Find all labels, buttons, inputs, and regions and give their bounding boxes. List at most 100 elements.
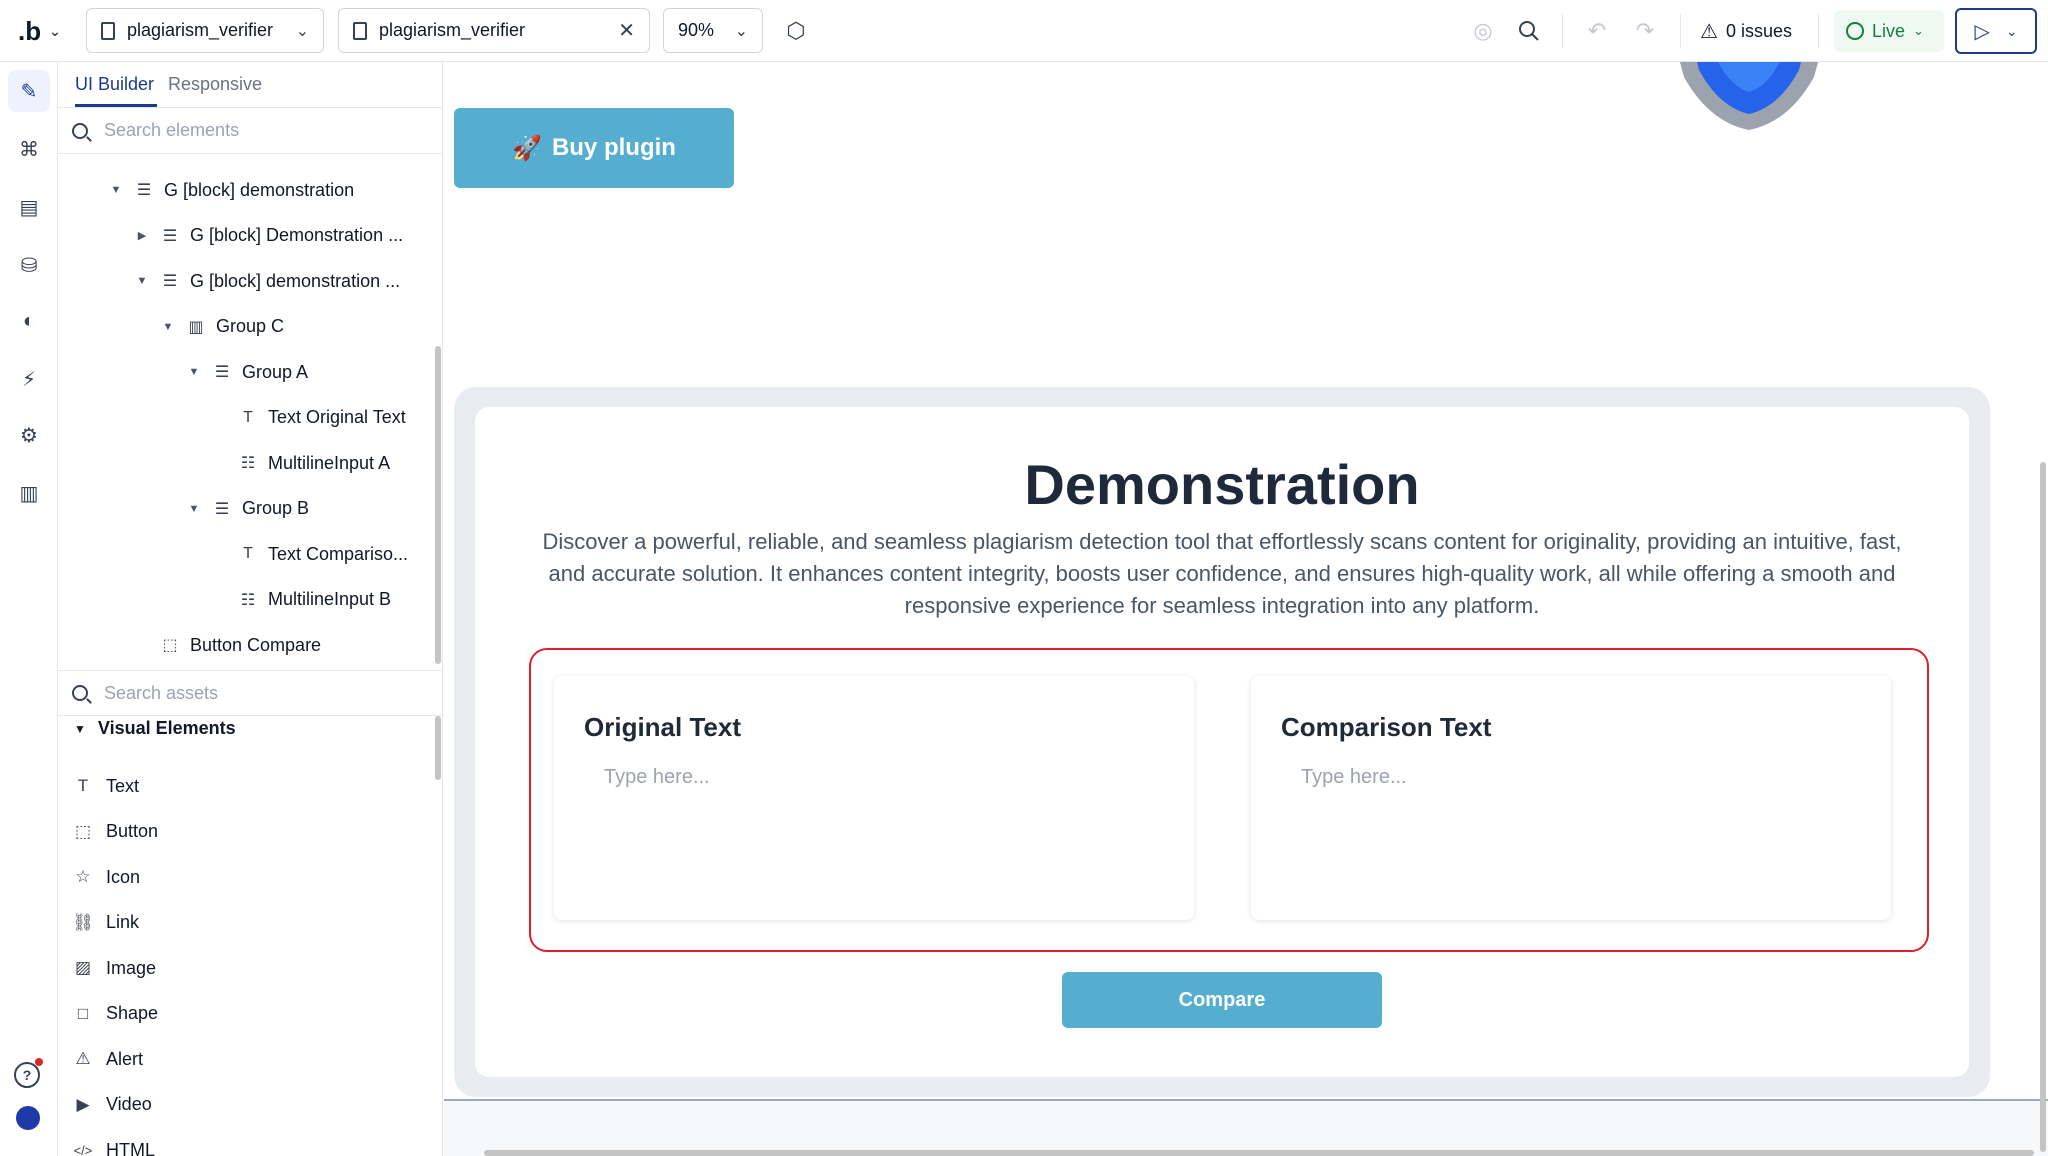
avatar[interactable] — [16, 1106, 40, 1130]
block-icon: ☰ — [136, 182, 152, 199]
asset-item[interactable]: ⬚ Button — [72, 812, 158, 852]
live-version-select[interactable]: Live ⌄ — [1834, 10, 1944, 52]
panel-tabs: UI Builder Responsive — [58, 62, 442, 108]
asset-label: Alert — [106, 1048, 144, 1069]
chevron-down-icon[interactable]: ⌄ — [2006, 23, 2018, 40]
active-tab-indicator — [75, 104, 157, 107]
preview-button[interactable]: ▷ ⌄ — [1955, 8, 2037, 54]
asset-item[interactable]: ☆ Icon — [72, 857, 140, 897]
help-icon[interactable]: ? — [14, 1062, 40, 1088]
caret-down-icon[interactable]: ▼ — [186, 503, 202, 515]
left-rail: ✎ ⌘ ▤ ⛁ ◐ ⚡ ⚙ ▥ ? — [0, 62, 58, 1156]
tree-scrollbar[interactable] — [435, 346, 441, 664]
group-b-card[interactable]: Comparison Text Type here... — [1251, 676, 1891, 920]
app-logo-menu[interactable]: .b ⌄ — [18, 14, 68, 48]
search-assets-input[interactable]: Search assets — [58, 670, 442, 716]
globe-icon — [1846, 22, 1864, 40]
notification-dot — [35, 1058, 43, 1066]
compare-button[interactable]: Compare — [1062, 972, 1382, 1028]
tree-item-label: Group C — [216, 316, 285, 336]
caret-down-icon[interactable]: ▼ — [160, 321, 176, 333]
shield-graphic — [1679, 62, 1819, 130]
asset-item[interactable]: ▶ Video — [72, 1085, 152, 1125]
open-file-label: plagiarism_verifier — [379, 20, 526, 40]
palette-icon[interactable]: ◐ — [8, 300, 50, 342]
block-icon: ☰ — [162, 227, 178, 245]
buy-plugin-button[interactable]: 🚀 Buy plugin — [454, 108, 734, 188]
alert-icon: ⚠ — [75, 1049, 91, 1068]
link-icon: ⛓ — [72, 912, 94, 932]
multiline-icon: ☷ — [240, 455, 256, 472]
warning-icon: ⚠ — [1700, 20, 1718, 43]
horizontal-scrollbar[interactable] — [484, 1150, 2034, 1156]
caret-down-icon: ▼ — [74, 721, 86, 736]
asset-item[interactable]: T Text — [72, 766, 139, 806]
tree-item[interactable]: ☷ MultilineInput B — [212, 580, 391, 620]
redo-icon[interactable]: ↷ — [1628, 14, 1662, 48]
group-a-card[interactable]: Original Text Type here... — [554, 676, 1194, 920]
layout-icon[interactable]: ▤ — [8, 186, 50, 228]
button-icon: ⬚ — [162, 637, 178, 654]
chart-icon[interactable]: ▥ — [8, 472, 50, 514]
text-icon: T — [243, 545, 253, 562]
plug-icon[interactable]: ⚡ — [8, 358, 50, 400]
tree-item[interactable]: ▼ ☰ Group A — [186, 352, 309, 392]
asset-label: Icon — [106, 866, 141, 887]
tree-item[interactable]: ▼ ☰ G [block] demonstration ... — [134, 261, 401, 301]
tree-item[interactable]: ▼ ☰ Group B — [186, 489, 310, 529]
assets-scrollbar[interactable] — [435, 716, 441, 780]
asset-item[interactable]: ⚠ Alert — [72, 1039, 143, 1079]
check-circle-icon[interactable]: ◎ — [1466, 14, 1500, 48]
cube-icon[interactable]: ⬡ — [779, 14, 813, 48]
undo-icon[interactable]: ↶ — [1580, 14, 1614, 48]
open-file-tab[interactable]: plagiarism_verifier ✕ — [338, 8, 650, 53]
block-icon: ☰ — [214, 364, 230, 381]
caret-down-icon[interactable]: ▼ — [108, 184, 124, 196]
caret-right-icon[interactable]: ▶ — [134, 229, 150, 242]
tree-item[interactable]: ▼ ▥ Group C — [160, 307, 284, 347]
page-select[interactable]: plagiarism_verifier ⌄ — [86, 8, 324, 53]
caret-down-icon[interactable]: ▼ — [186, 366, 202, 378]
visual-elements-section[interactable]: ▼ Visual Elements — [74, 718, 236, 739]
live-label: Live — [1872, 20, 1906, 41]
tree-item[interactable]: T Text Original Text — [212, 398, 406, 438]
asset-item[interactable]: □ Shape — [72, 994, 158, 1034]
multiline-input-a[interactable]: Type here... — [604, 766, 710, 789]
database-icon[interactable]: ⛁ — [8, 244, 50, 286]
issues-button[interactable]: ⚠ 0 issues — [1700, 14, 1792, 48]
section-title: Visual Elements — [97, 718, 236, 738]
tree-item[interactable]: ▶ ☰ G [block] Demonstration ... — [134, 216, 403, 256]
search-elements-input[interactable]: Search elements — [58, 108, 442, 154]
vertical-scrollbar[interactable] — [2040, 462, 2046, 1152]
tab-ui-builder[interactable]: UI Builder — [75, 74, 154, 95]
search-assets-placeholder: Search assets — [104, 682, 219, 703]
multiline-input-b[interactable]: Type here... — [1301, 766, 1407, 789]
gear-icon[interactable]: ⚙ — [8, 414, 50, 456]
design-canvas: 🚀 Buy plugin Demonstration Discover a po… — [444, 62, 2048, 1156]
tree-item[interactable]: ⬚ Button Compare — [134, 625, 321, 665]
zoom-value: 90% — [678, 20, 715, 40]
asset-label: Video — [106, 1094, 152, 1114]
app-logo: .b — [18, 15, 42, 46]
pencil-icon[interactable]: ✎ — [8, 70, 50, 112]
star-icon: ☆ — [75, 867, 91, 886]
tree-item[interactable]: T Text Compariso... — [212, 534, 408, 574]
asset-item[interactable]: </> HTML — [72, 1130, 155, 1156]
tree-item[interactable]: ☷ MultilineInput A — [212, 443, 390, 483]
sitemap-icon[interactable]: ⌘ — [8, 128, 50, 170]
close-icon[interactable]: ✕ — [618, 18, 635, 43]
divider — [1818, 14, 1819, 48]
search-icon[interactable] — [1512, 14, 1546, 48]
block-icon: ☰ — [214, 500, 230, 518]
file-icon — [353, 21, 367, 40]
tab-responsive[interactable]: Responsive — [168, 74, 262, 95]
asset-label: Button — [106, 821, 159, 841]
asset-item[interactable]: ▨ Image — [72, 948, 156, 988]
page-select-label: plagiarism_verifier — [127, 20, 274, 40]
demo-description: Discover a powerful, reliable, and seaml… — [542, 529, 1902, 618]
square-icon: □ — [77, 1003, 89, 1023]
caret-down-icon[interactable]: ▼ — [134, 275, 150, 287]
zoom-select[interactable]: 90% ⌄ — [663, 8, 763, 53]
asset-item[interactable]: ⛓ Link — [72, 903, 139, 943]
tree-item[interactable]: ▼ ☰ G [block] demonstration — [108, 170, 355, 210]
